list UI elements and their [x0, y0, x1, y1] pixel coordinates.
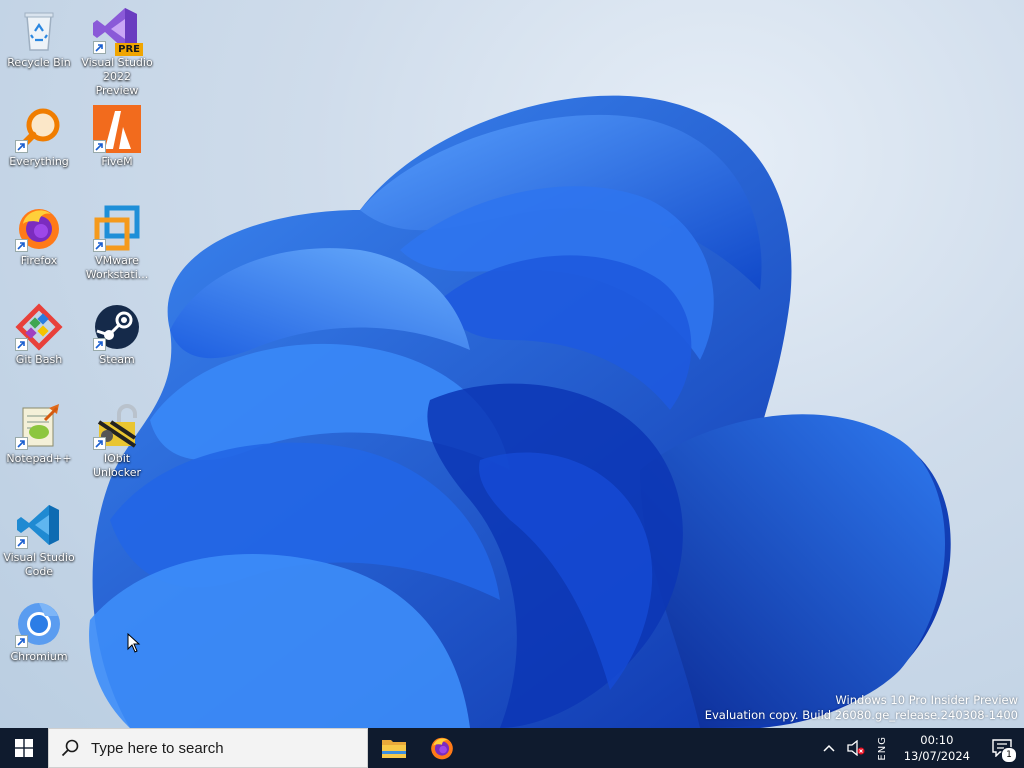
system-tray: ENG 00:10 13/07/2024 1: [817, 728, 1024, 768]
desktop-icon-recycle-bin[interactable]: Recycle Bin: [2, 6, 76, 70]
search-icon: [61, 739, 79, 757]
desktop-icon-label: Visual Studio Code: [3, 551, 75, 578]
watermark-build: Evaluation copy. Build 26080.ge_release.…: [704, 708, 1018, 722]
desktop[interactable]: Recycle Bin Everything Firefox Git Bash …: [0, 0, 1024, 728]
clock-button[interactable]: 00:10 13/07/2024: [894, 728, 980, 768]
desktop-icon-label: Git Bash: [15, 353, 63, 366]
windows-logo-icon: [15, 739, 33, 757]
git-bash-icon: [15, 303, 63, 351]
everything-search-icon: [15, 105, 63, 153]
shortcut-arrow-icon: [93, 41, 106, 54]
taskbar-app-file-explorer[interactable]: [370, 728, 418, 768]
desktop-icon-label: Chromium: [10, 650, 68, 663]
desktop-icon-git-bash[interactable]: Git Bash: [2, 303, 76, 367]
iobit-unlocker-icon: [93, 402, 141, 450]
firefox-icon: [15, 204, 63, 252]
desktop-icon-steam[interactable]: Steam: [80, 303, 154, 367]
desktop-icon-label: Notepad++: [6, 452, 72, 465]
taskbar-search-box[interactable]: [48, 728, 368, 768]
watermark-edition: Windows 10 Pro Insider Preview: [835, 693, 1018, 707]
start-button[interactable]: [0, 728, 48, 768]
shortcut-arrow-icon: [15, 338, 28, 351]
shortcut-arrow-icon: [15, 536, 28, 549]
desktop-icon-vscode[interactable]: Visual Studio Code: [2, 501, 76, 579]
vmware-icon: [93, 204, 141, 252]
notepad-plus-plus-icon: [15, 402, 63, 450]
clock-date: 13/07/2024: [903, 749, 970, 763]
shortcut-arrow-icon: [93, 140, 106, 153]
taskbar: ENG 00:10 13/07/2024 1: [0, 728, 1024, 768]
input-language: ENG: [876, 735, 888, 761]
preview-badge: PRE: [115, 43, 143, 56]
visual-studio-icon: PRE: [93, 6, 143, 56]
desktop-icon-label: Steam: [99, 353, 135, 366]
desktop-icon-iobit-unlocker[interactable]: IObit Unlocker: [80, 402, 154, 480]
notification-count-badge: 1: [1001, 747, 1017, 763]
desktop-icon-visual-studio[interactable]: PRE Visual Studio 2022 Preview: [80, 6, 154, 98]
chromium-icon: [15, 600, 63, 648]
desktop-icon-label: Visual Studio 2022 Preview: [81, 56, 153, 97]
chevron-up-icon: [823, 744, 835, 752]
shortcut-arrow-icon: [15, 140, 28, 153]
desktop-icon-label: FiveM: [101, 155, 133, 168]
desktop-icon-firefox[interactable]: Firefox: [2, 204, 76, 268]
volume-muted-icon: [847, 740, 865, 756]
shortcut-arrow-icon: [93, 239, 106, 252]
desktop-icon-label: IObit Unlocker: [92, 452, 142, 479]
desktop-icon-label: Firefox: [20, 254, 58, 267]
vscode-icon: [15, 501, 63, 549]
search-input[interactable]: [89, 738, 343, 758]
volume-button[interactable]: [841, 728, 871, 768]
fivem-icon: [93, 105, 141, 153]
mouse-cursor-icon: [127, 633, 141, 653]
file-explorer-icon: [382, 740, 406, 758]
shortcut-arrow-icon: [15, 239, 28, 252]
desktop-icon-everything[interactable]: Everything: [2, 105, 76, 169]
show-hidden-icons-button[interactable]: [817, 728, 841, 768]
taskbar-app-firefox[interactable]: [418, 728, 466, 768]
windows-watermark: Windows 10 Pro Insider Preview Evaluatio…: [705, 693, 1018, 723]
clock-time: 00:10: [920, 733, 954, 747]
desktop-icon-fivem[interactable]: FiveM: [80, 105, 154, 169]
desktop-icon-label: Recycle Bin: [7, 56, 71, 69]
shortcut-arrow-icon: [93, 338, 106, 351]
steam-icon: [93, 303, 141, 351]
recycle-bin-icon: [15, 6, 63, 54]
input-language-button[interactable]: ENG: [871, 728, 894, 768]
desktop-icon-label: Everything: [9, 155, 69, 168]
desktop-icon-label: VMware Workstati...: [85, 254, 149, 281]
shortcut-arrow-icon: [15, 635, 28, 648]
shortcut-arrow-icon: [93, 437, 106, 450]
shortcut-arrow-icon: [15, 437, 28, 450]
desktop-icon-chromium[interactable]: Chromium: [2, 600, 76, 664]
desktop-icon-notepad-plus-plus[interactable]: Notepad++: [2, 402, 76, 466]
firefox-icon: [431, 737, 453, 760]
desktop-icon-vmware[interactable]: VMware Workstati...: [80, 204, 154, 282]
action-center-button[interactable]: 1: [980, 728, 1024, 768]
